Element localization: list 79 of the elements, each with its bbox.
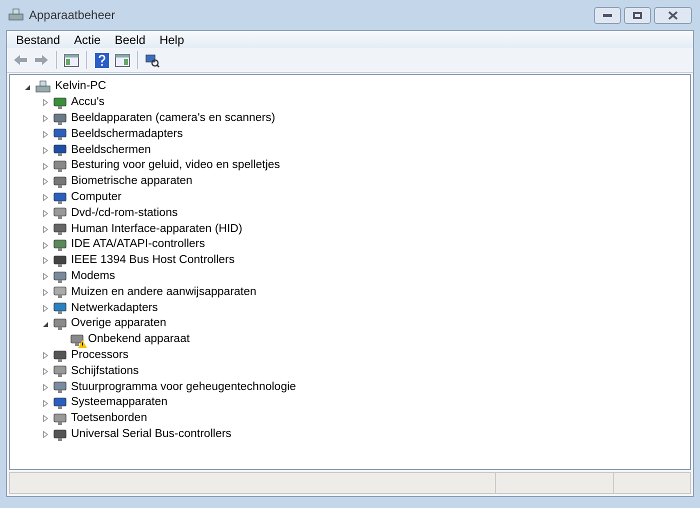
device-icon	[53, 222, 67, 236]
tree-item[interactable]: Dvd-/cd-rom-stations	[71, 204, 178, 222]
tree-item[interactable]: Systeemapparaten	[71, 394, 168, 412]
window-title: Apparaatbeheer	[29, 7, 116, 24]
minimize-button[interactable]	[594, 7, 621, 24]
device-icon	[53, 190, 67, 205]
help-button[interactable]	[92, 50, 111, 70]
tree-item[interactable]: Beeldschermen	[71, 142, 151, 159]
tree-item[interactable]: Modems	[71, 268, 116, 286]
tree-item[interactable]: Onbekend apparaat	[88, 331, 190, 348]
device-icon	[53, 143, 67, 158]
expand-arrow-icon[interactable]	[42, 304, 49, 312]
expand-arrow-icon[interactable]	[42, 415, 49, 422]
device-icon	[53, 159, 67, 174]
tree-item[interactable]: Overige apparaten	[71, 315, 166, 333]
device-icon	[53, 238, 67, 252]
tree-item[interactable]: Toetsenborden	[71, 410, 148, 428]
expand-arrow-icon[interactable]	[42, 226, 49, 233]
tree-item[interactable]: Accu's	[71, 94, 105, 112]
tree-item[interactable]: Schijfstations	[71, 362, 139, 380]
tree-item[interactable]: Stuurprogramma voor geheugentechnologie	[71, 378, 296, 396]
device-icon	[53, 301, 67, 316]
collapse-arrow-icon[interactable]	[42, 320, 49, 328]
expand-arrow-icon[interactable]	[42, 146, 49, 154]
device-icon	[53, 348, 67, 363]
device-icon	[53, 127, 67, 142]
expand-arrow-icon[interactable]	[42, 242, 49, 249]
tree-item[interactable]: Universal Serial Bus-controllers	[71, 426, 232, 444]
tree-item[interactable]: Processors	[71, 347, 129, 364]
tree-item[interactable]: Besturing voor geluid, video en spelletjes	[71, 157, 280, 175]
device-icon	[53, 396, 67, 410]
expand-arrow-icon[interactable]	[42, 130, 49, 138]
expand-arrow-icon[interactable]	[42, 178, 49, 186]
tree-item[interactable]: Netwerkadapters	[71, 300, 158, 317]
menu-item[interactable]: Actie	[68, 30, 107, 48]
expand-arrow-icon[interactable]	[42, 273, 49, 280]
tree-item[interactable]: IEEE 1394 Bus Host Controllers	[71, 252, 235, 270]
expand-arrow-icon[interactable]	[42, 194, 49, 202]
device-icon	[53, 428, 67, 442]
expand-arrow-icon[interactable]	[42, 368, 49, 375]
expand-arrow-icon[interactable]	[42, 210, 49, 217]
expand-arrow-icon[interactable]	[42, 99, 49, 106]
collapse-arrow-icon[interactable]	[24, 84, 31, 90]
device-icon	[53, 112, 67, 126]
tree-item[interactable]: Human Interface-apparaten (HID)	[71, 220, 242, 238]
expand-arrow-icon[interactable]	[42, 162, 49, 170]
device-icon	[53, 96, 67, 110]
tree-item[interactable]: Computer	[71, 189, 122, 206]
device-icon	[53, 412, 67, 426]
tree-item[interactable]: IDE ATA/ATAPI-controllers	[71, 236, 205, 254]
expand-arrow-icon[interactable]	[42, 257, 49, 264]
app-icon	[8, 8, 24, 22]
computer-icon	[35, 80, 51, 94]
tree-item[interactable]: Muizen en andere aanwijsapparaten	[71, 284, 256, 302]
menu-item[interactable]: Bestand	[10, 30, 66, 48]
device-icon	[53, 174, 67, 189]
device-icon	[70, 332, 84, 347]
menu-item[interactable]: Help	[153, 30, 190, 48]
tree-item[interactable]: Beeldapparaten (camera's en scanners)	[71, 110, 276, 128]
device-icon	[53, 285, 67, 300]
maximize-button[interactable]	[624, 7, 651, 24]
expand-arrow-icon[interactable]	[42, 288, 49, 296]
expand-arrow-icon[interactable]	[42, 400, 49, 407]
expand-arrow-icon[interactable]	[42, 352, 49, 360]
expand-arrow-icon[interactable]	[42, 115, 49, 122]
close-button[interactable]	[654, 7, 692, 24]
device-icon	[53, 364, 67, 378]
tree-item[interactable]: Kelvin-PC	[55, 78, 106, 96]
tree-item[interactable]: Biometrische apparaten	[71, 173, 192, 191]
device-icon	[53, 317, 67, 332]
device-icon	[53, 206, 67, 220]
device-icon	[53, 270, 67, 284]
close-icon	[668, 11, 678, 20]
expand-arrow-icon[interactable]	[42, 384, 49, 391]
device-icon	[53, 380, 67, 394]
menu-item[interactable]: Beeld	[108, 30, 152, 48]
expand-arrow-icon[interactable]	[42, 431, 49, 438]
device-icon	[53, 254, 67, 268]
tree-item[interactable]: Beeldschermadapters	[71, 126, 183, 144]
